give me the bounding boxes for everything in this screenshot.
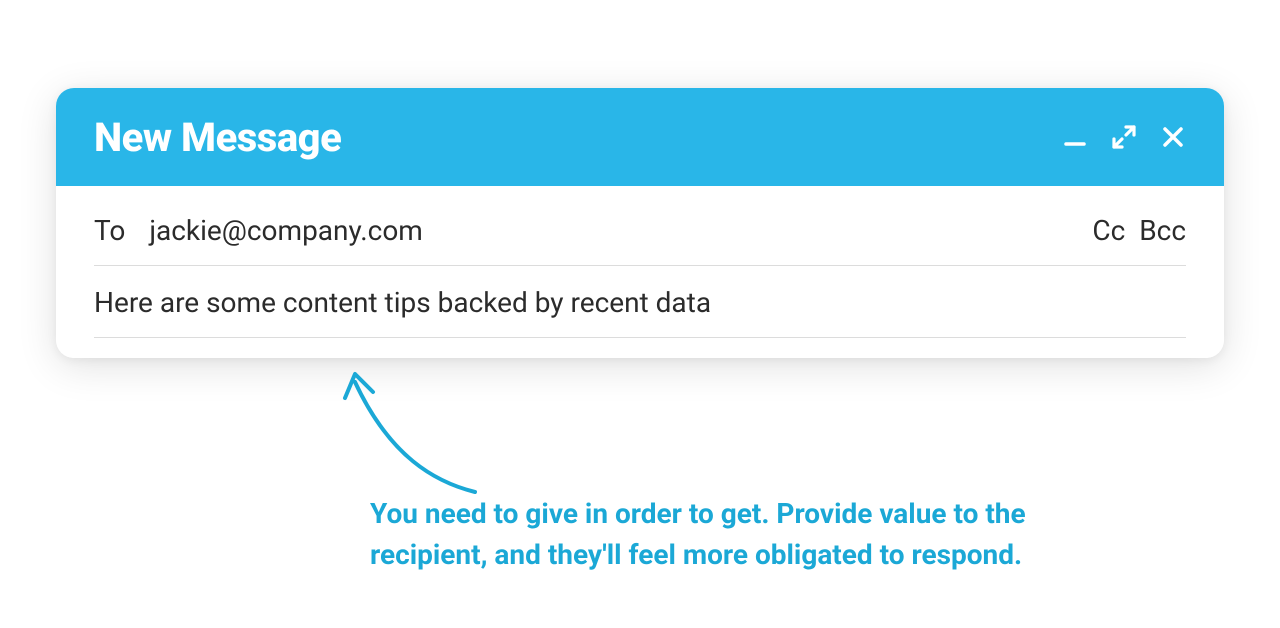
minimize-icon[interactable] xyxy=(1062,124,1088,150)
subject-row: Here are some content tips backed by rec… xyxy=(94,266,1186,338)
compose-body: To jackie@company.com Cc Bcc Here are so… xyxy=(56,186,1224,358)
annotation-text: You need to give in order to get. Provid… xyxy=(370,494,1150,575)
to-input[interactable]: jackie@company.com xyxy=(149,214,423,247)
bcc-button[interactable]: Bcc xyxy=(1139,214,1186,247)
compose-window: New Message xyxy=(56,88,1224,358)
annotation-arrow xyxy=(335,362,515,502)
close-icon[interactable] xyxy=(1160,124,1186,150)
cc-button[interactable]: Cc xyxy=(1092,214,1125,247)
to-label: To xyxy=(94,214,125,247)
subject-input[interactable]: Here are some content tips backed by rec… xyxy=(94,286,711,319)
compose-header: New Message xyxy=(56,88,1224,186)
window-controls xyxy=(1062,123,1186,151)
cc-bcc-controls: Cc Bcc xyxy=(1092,214,1186,247)
compose-title: New Message xyxy=(94,114,341,161)
to-row: To jackie@company.com Cc Bcc xyxy=(94,214,1186,266)
expand-icon[interactable] xyxy=(1110,123,1138,151)
to-left: To jackie@company.com xyxy=(94,214,423,247)
